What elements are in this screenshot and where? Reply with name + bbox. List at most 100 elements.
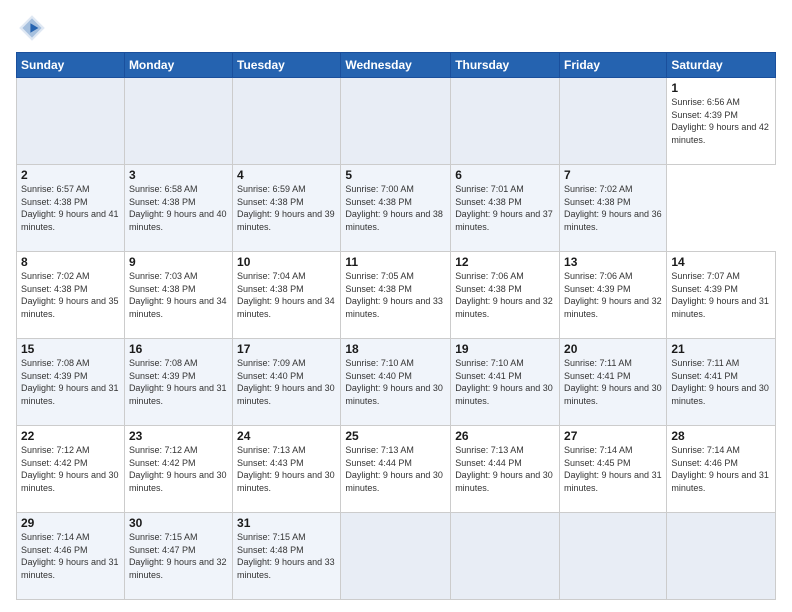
calendar-cell	[341, 78, 451, 165]
day-detail: Sunrise: 7:15 AMSunset: 4:47 PMDaylight:…	[129, 531, 228, 581]
calendar-cell: 28Sunrise: 7:14 AMSunset: 4:46 PMDayligh…	[667, 426, 776, 513]
logo	[16, 12, 52, 44]
calendar-header-row: SundayMondayTuesdayWednesdayThursdayFrid…	[17, 53, 776, 78]
day-detail: Sunrise: 6:57 AMSunset: 4:38 PMDaylight:…	[21, 183, 120, 233]
day-number: 22	[21, 429, 120, 443]
calendar-cell	[560, 513, 667, 600]
day-number: 23	[129, 429, 228, 443]
column-header-friday: Friday	[560, 53, 667, 78]
column-header-saturday: Saturday	[667, 53, 776, 78]
day-number: 28	[671, 429, 771, 443]
day-detail: Sunrise: 7:02 AMSunset: 4:38 PMDaylight:…	[21, 270, 120, 320]
day-detail: Sunrise: 7:14 AMSunset: 4:46 PMDaylight:…	[671, 444, 771, 494]
day-number: 26	[455, 429, 555, 443]
day-number: 17	[237, 342, 336, 356]
day-number: 16	[129, 342, 228, 356]
day-number: 18	[345, 342, 446, 356]
calendar-cell: 11Sunrise: 7:05 AMSunset: 4:38 PMDayligh…	[341, 252, 451, 339]
calendar-cell: 31Sunrise: 7:15 AMSunset: 4:48 PMDayligh…	[233, 513, 341, 600]
week-row-1: 1Sunrise: 6:56 AMSunset: 4:39 PMDaylight…	[17, 78, 776, 165]
day-detail: Sunrise: 7:13 AMSunset: 4:43 PMDaylight:…	[237, 444, 336, 494]
column-header-tuesday: Tuesday	[233, 53, 341, 78]
calendar-cell: 21Sunrise: 7:11 AMSunset: 4:41 PMDayligh…	[667, 339, 776, 426]
day-number: 3	[129, 168, 228, 182]
day-number: 13	[564, 255, 662, 269]
week-row-3: 8Sunrise: 7:02 AMSunset: 4:38 PMDaylight…	[17, 252, 776, 339]
day-number: 7	[564, 168, 662, 182]
day-number: 24	[237, 429, 336, 443]
calendar-table: SundayMondayTuesdayWednesdayThursdayFrid…	[16, 52, 776, 600]
calendar-cell: 25Sunrise: 7:13 AMSunset: 4:44 PMDayligh…	[341, 426, 451, 513]
day-number: 12	[455, 255, 555, 269]
day-detail: Sunrise: 7:11 AMSunset: 4:41 PMDaylight:…	[564, 357, 662, 407]
day-detail: Sunrise: 6:56 AMSunset: 4:39 PMDaylight:…	[671, 96, 771, 146]
day-number: 27	[564, 429, 662, 443]
day-detail: Sunrise: 7:08 AMSunset: 4:39 PMDaylight:…	[21, 357, 120, 407]
column-header-sunday: Sunday	[17, 53, 125, 78]
day-number: 15	[21, 342, 120, 356]
column-header-wednesday: Wednesday	[341, 53, 451, 78]
header	[16, 12, 776, 44]
week-row-2: 2Sunrise: 6:57 AMSunset: 4:38 PMDaylight…	[17, 165, 776, 252]
day-number: 4	[237, 168, 336, 182]
calendar-cell	[667, 513, 776, 600]
calendar-cell: 1Sunrise: 6:56 AMSunset: 4:39 PMDaylight…	[667, 78, 776, 165]
day-detail: Sunrise: 7:13 AMSunset: 4:44 PMDaylight:…	[345, 444, 446, 494]
day-number: 30	[129, 516, 228, 530]
calendar-cell: 5Sunrise: 7:00 AMSunset: 4:38 PMDaylight…	[341, 165, 451, 252]
column-header-thursday: Thursday	[451, 53, 560, 78]
calendar-cell: 26Sunrise: 7:13 AMSunset: 4:44 PMDayligh…	[451, 426, 560, 513]
day-number: 2	[21, 168, 120, 182]
day-detail: Sunrise: 6:59 AMSunset: 4:38 PMDaylight:…	[237, 183, 336, 233]
day-number: 10	[237, 255, 336, 269]
day-number: 20	[564, 342, 662, 356]
day-number: 6	[455, 168, 555, 182]
calendar-cell: 30Sunrise: 7:15 AMSunset: 4:47 PMDayligh…	[124, 513, 232, 600]
calendar-cell: 29Sunrise: 7:14 AMSunset: 4:46 PMDayligh…	[17, 513, 125, 600]
day-detail: Sunrise: 7:12 AMSunset: 4:42 PMDaylight:…	[21, 444, 120, 494]
calendar-cell: 7Sunrise: 7:02 AMSunset: 4:38 PMDaylight…	[560, 165, 667, 252]
calendar-cell	[341, 513, 451, 600]
calendar-cell: 17Sunrise: 7:09 AMSunset: 4:40 PMDayligh…	[233, 339, 341, 426]
day-number: 14	[671, 255, 771, 269]
day-number: 5	[345, 168, 446, 182]
day-detail: Sunrise: 7:10 AMSunset: 4:41 PMDaylight:…	[455, 357, 555, 407]
page: SundayMondayTuesdayWednesdayThursdayFrid…	[0, 0, 792, 612]
day-number: 19	[455, 342, 555, 356]
day-detail: Sunrise: 7:06 AMSunset: 4:38 PMDaylight:…	[455, 270, 555, 320]
day-detail: Sunrise: 7:12 AMSunset: 4:42 PMDaylight:…	[129, 444, 228, 494]
calendar-cell	[233, 78, 341, 165]
calendar-cell	[17, 78, 125, 165]
week-row-6: 29Sunrise: 7:14 AMSunset: 4:46 PMDayligh…	[17, 513, 776, 600]
calendar-cell: 20Sunrise: 7:11 AMSunset: 4:41 PMDayligh…	[560, 339, 667, 426]
calendar-cell: 24Sunrise: 7:13 AMSunset: 4:43 PMDayligh…	[233, 426, 341, 513]
day-number: 29	[21, 516, 120, 530]
calendar-cell: 19Sunrise: 7:10 AMSunset: 4:41 PMDayligh…	[451, 339, 560, 426]
calendar-cell: 12Sunrise: 7:06 AMSunset: 4:38 PMDayligh…	[451, 252, 560, 339]
calendar-cell: 23Sunrise: 7:12 AMSunset: 4:42 PMDayligh…	[124, 426, 232, 513]
calendar-cell: 8Sunrise: 7:02 AMSunset: 4:38 PMDaylight…	[17, 252, 125, 339]
calendar-cell: 18Sunrise: 7:10 AMSunset: 4:40 PMDayligh…	[341, 339, 451, 426]
calendar-cell: 10Sunrise: 7:04 AMSunset: 4:38 PMDayligh…	[233, 252, 341, 339]
calendar-cell: 16Sunrise: 7:08 AMSunset: 4:39 PMDayligh…	[124, 339, 232, 426]
day-detail: Sunrise: 7:08 AMSunset: 4:39 PMDaylight:…	[129, 357, 228, 407]
calendar-cell	[451, 78, 560, 165]
day-detail: Sunrise: 7:01 AMSunset: 4:38 PMDaylight:…	[455, 183, 555, 233]
calendar-cell: 6Sunrise: 7:01 AMSunset: 4:38 PMDaylight…	[451, 165, 560, 252]
calendar-cell: 2Sunrise: 6:57 AMSunset: 4:38 PMDaylight…	[17, 165, 125, 252]
column-header-monday: Monday	[124, 53, 232, 78]
calendar-cell: 14Sunrise: 7:07 AMSunset: 4:39 PMDayligh…	[667, 252, 776, 339]
day-detail: Sunrise: 7:04 AMSunset: 4:38 PMDaylight:…	[237, 270, 336, 320]
day-number: 1	[671, 81, 771, 95]
calendar-cell: 9Sunrise: 7:03 AMSunset: 4:38 PMDaylight…	[124, 252, 232, 339]
day-detail: Sunrise: 7:15 AMSunset: 4:48 PMDaylight:…	[237, 531, 336, 581]
calendar-cell: 4Sunrise: 6:59 AMSunset: 4:38 PMDaylight…	[233, 165, 341, 252]
day-detail: Sunrise: 7:03 AMSunset: 4:38 PMDaylight:…	[129, 270, 228, 320]
day-detail: Sunrise: 7:11 AMSunset: 4:41 PMDaylight:…	[671, 357, 771, 407]
day-detail: Sunrise: 7:13 AMSunset: 4:44 PMDaylight:…	[455, 444, 555, 494]
day-number: 9	[129, 255, 228, 269]
calendar-cell	[451, 513, 560, 600]
day-detail: Sunrise: 7:09 AMSunset: 4:40 PMDaylight:…	[237, 357, 336, 407]
day-number: 31	[237, 516, 336, 530]
day-number: 11	[345, 255, 446, 269]
